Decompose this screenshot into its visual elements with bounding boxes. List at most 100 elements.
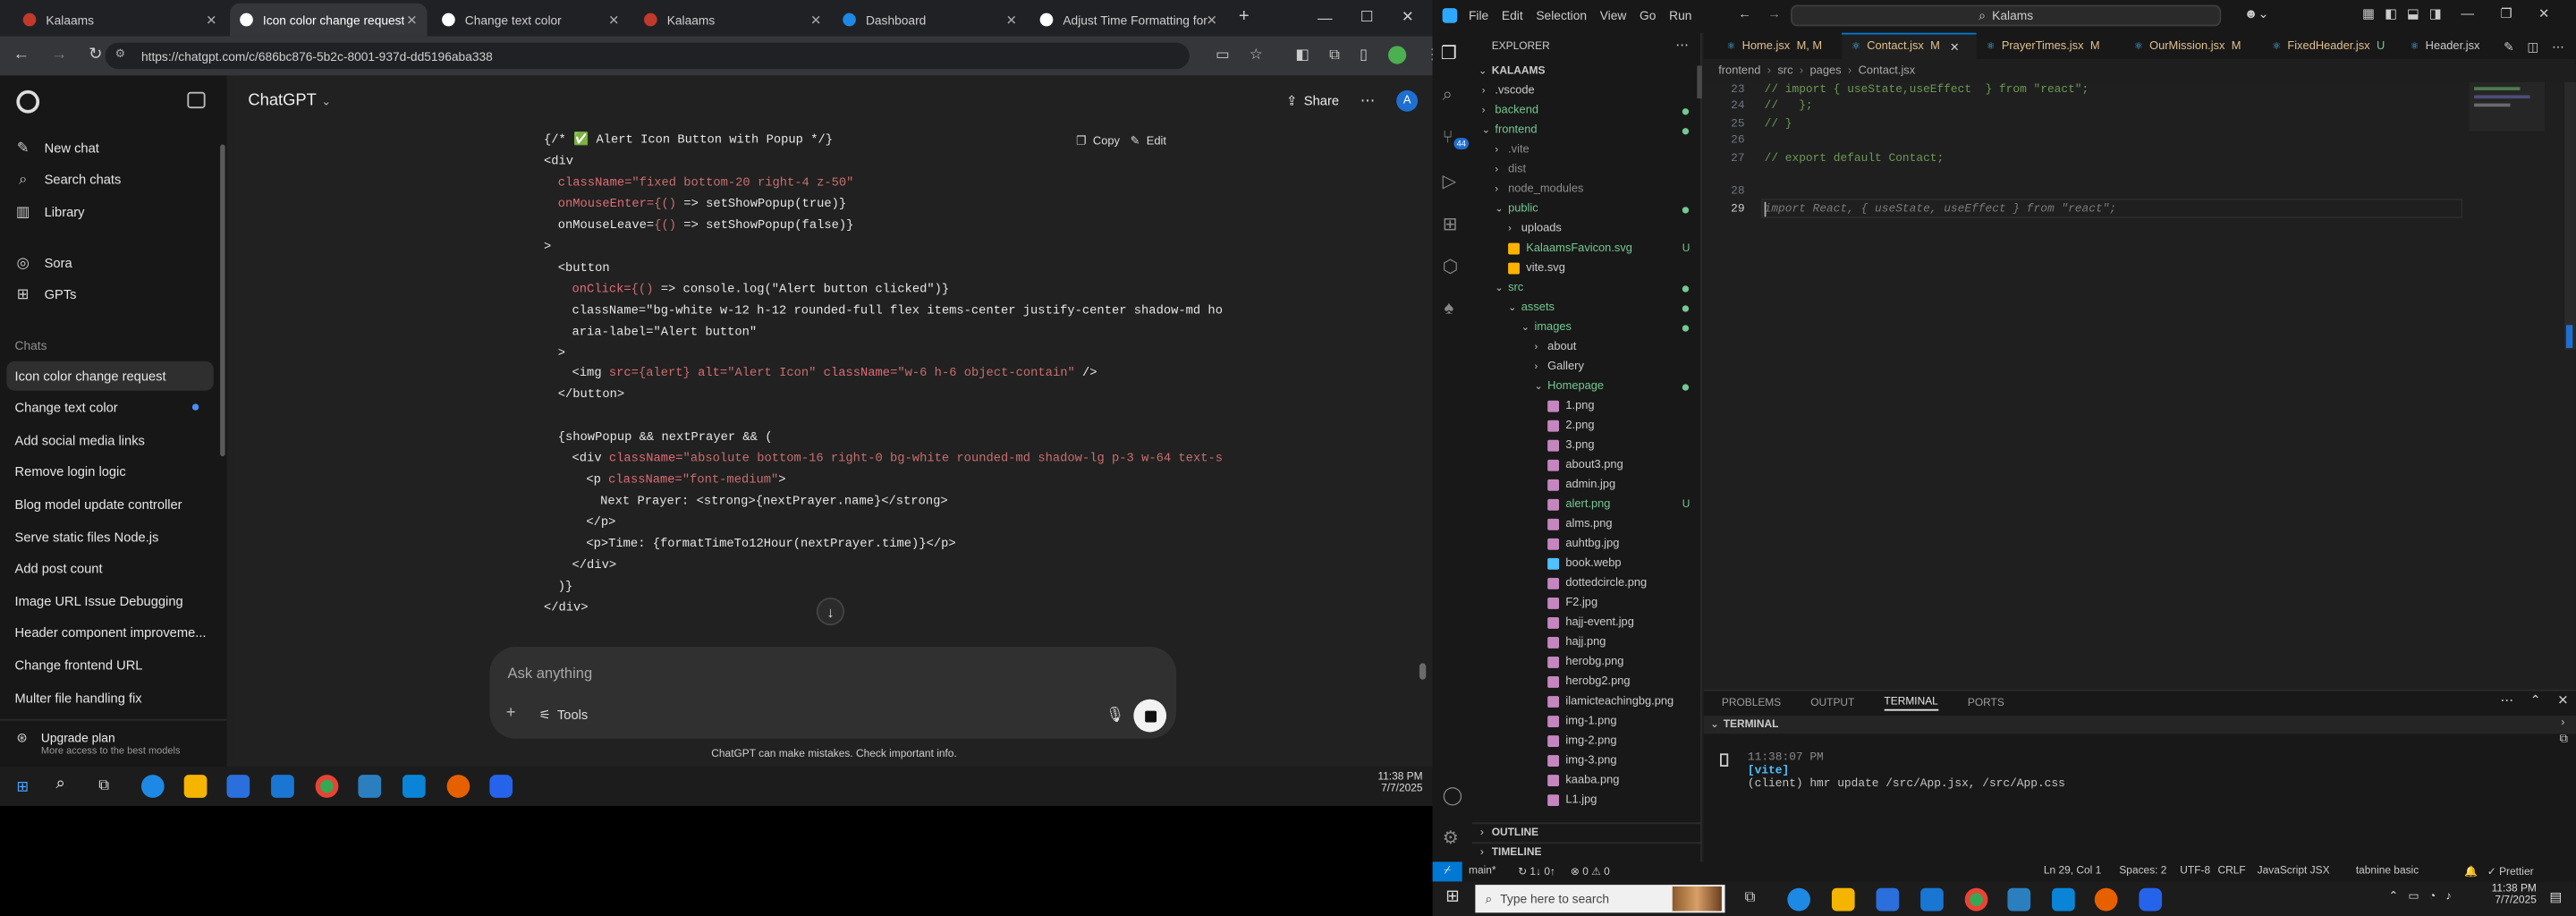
remote-indicator-icon[interactable]: ⌿ bbox=[1432, 861, 1462, 882]
file-tree-item[interactable]: ⌄ Homepage bbox=[1534, 381, 1699, 393]
panel-tab[interactable]: OUTPUT bbox=[1810, 698, 1854, 709]
wifi-icon[interactable]: ◔ bbox=[2429, 891, 2436, 903]
menu-item[interactable]: File bbox=[1469, 8, 1488, 23]
prompt-input[interactable]: Ask anything bbox=[508, 665, 593, 681]
explorer-scrollbar[interactable] bbox=[1697, 65, 1702, 99]
copilot-edit-icon[interactable]: ✎ bbox=[2504, 39, 2514, 55]
problems-count[interactable]: ⊗ 0 ⚠ 0 bbox=[1571, 865, 1610, 878]
source-control-icon[interactable]: ⑂ bbox=[1443, 128, 1453, 148]
file-tree-item[interactable]: 2.png bbox=[1547, 420, 1699, 432]
close-tab-icon[interactable]: ✕ bbox=[1950, 40, 1960, 54]
file-tree-item[interactable]: book.webp bbox=[1547, 557, 1699, 570]
file-tree-item[interactable]: hajj.png bbox=[1547, 637, 1699, 649]
layout-icon[interactable]: ▦ bbox=[2362, 6, 2375, 21]
browser-tab[interactable]: Kalaams ✕ bbox=[13, 4, 227, 37]
microphone-icon[interactable]: 🎙 bbox=[1106, 706, 1124, 724]
file-tree-item[interactable]: alert.png U bbox=[1547, 498, 1699, 511]
user-avatar[interactable]: A bbox=[1396, 89, 1419, 112]
browser-tab[interactable]: Change text color ✕ bbox=[432, 4, 629, 37]
chat-history-item[interactable]: Multer file handling fix bbox=[6, 683, 213, 712]
page-icon[interactable]: ▭ bbox=[1216, 46, 1230, 64]
line-ending[interactable]: CRLF bbox=[2218, 865, 2246, 877]
menu-item[interactable]: Go bbox=[1640, 8, 1656, 23]
menu-item[interactable]: Selection bbox=[1536, 8, 1587, 23]
account-icon[interactable]: ◯ bbox=[1443, 785, 1463, 806]
file-tree-item[interactable]: › node_modules bbox=[1495, 184, 1699, 196]
upgrade-plan-button[interactable]: ⊛ Upgrade plan More access to the best m… bbox=[0, 718, 227, 765]
browser-tab[interactable]: Adjust Time Formatting for ✕ bbox=[1030, 4, 1227, 37]
chat-history-item[interactable]: Add post count bbox=[6, 555, 213, 584]
taskbar-search-box[interactable]: ⌕ Type here to search bbox=[1475, 885, 1725, 913]
run-debug-icon[interactable]: ▷ bbox=[1443, 171, 1457, 192]
panel-tab[interactable]: PORTS bbox=[1968, 698, 2004, 709]
tabnine-status[interactable]: tabnine basic bbox=[2356, 865, 2419, 877]
close-icon[interactable]: ✕ bbox=[1402, 8, 1414, 26]
chevron-down-icon[interactable]: ⌄ bbox=[1479, 65, 1487, 77]
browser-tab[interactable]: Icon color change request ✕ bbox=[230, 3, 428, 37]
extensions-icon[interactable]: ⊞ bbox=[1443, 214, 1458, 234]
chat-history-item[interactable]: Add social media links bbox=[6, 426, 213, 455]
chat-history-item[interactable]: Serve static files Node.js bbox=[6, 522, 213, 552]
edge-icon[interactable] bbox=[140, 775, 165, 798]
scroll-down-icon[interactable]: ↓ bbox=[816, 597, 845, 626]
file-tree-item[interactable]: › uploads bbox=[1508, 224, 1699, 235]
editor-scrollbar[interactable] bbox=[2564, 81, 2576, 350]
file-tree-item[interactable]: › backend bbox=[1482, 105, 1699, 116]
toggle-secondary-icon[interactable]: ◨ bbox=[2429, 6, 2442, 21]
tray-chevron-icon[interactable]: ⌃ bbox=[2389, 890, 2399, 903]
chat-history-item[interactable]: Change text color bbox=[6, 394, 213, 423]
file-tree-item[interactable]: › dist bbox=[1495, 165, 1699, 176]
breadcrumb-item[interactable]: pages bbox=[1810, 65, 1842, 77]
file-tree-item[interactable]: 3.png bbox=[1547, 439, 1699, 452]
tab-close-icon[interactable]: ✕ bbox=[1006, 13, 1017, 28]
toggle-panel-icon[interactable]: ⬓ bbox=[2407, 6, 2419, 21]
chat-history-item[interactable]: Image URL Issue Debugging bbox=[6, 586, 213, 615]
tab-close-icon[interactable]: ✕ bbox=[1207, 13, 1217, 28]
language-mode[interactable]: JavaScript JSX bbox=[2258, 865, 2330, 877]
chat-history-item[interactable]: Blog model update controller bbox=[6, 490, 213, 520]
editor-tab[interactable]: ⚛ PrayerTimes.jsx M bbox=[1977, 33, 2124, 59]
editor-tab[interactable]: ⚛ Contact.jsx M ✕ bbox=[1841, 32, 1977, 60]
command-center[interactable]: ⌕ Kalams bbox=[1791, 4, 2222, 27]
cursor-position[interactable]: Ln 29, Col 1 bbox=[2044, 865, 2101, 877]
panel-tab[interactable]: TERMINAL bbox=[1884, 696, 1938, 711]
file-tree-item[interactable]: kaaba.png bbox=[1547, 775, 1699, 787]
explorer-icon[interactable]: ❐ bbox=[1441, 43, 1457, 64]
editor-tab[interactable]: ⚛ OurMission.jsx M bbox=[2124, 33, 2262, 59]
mail-icon[interactable] bbox=[271, 775, 294, 798]
chrome-icon[interactable] bbox=[315, 775, 339, 798]
forward-arrow-icon[interactable]: → bbox=[1767, 6, 1781, 21]
panel-tab[interactable]: PROBLEMS bbox=[1722, 698, 1781, 709]
minimap[interactable] bbox=[2469, 81, 2546, 131]
browser-tab[interactable]: Kalaams ✕ bbox=[634, 4, 831, 37]
outline-section[interactable]: › OUTLINE bbox=[1471, 822, 1702, 842]
bookmark-star-icon[interactable]: ☆ bbox=[1250, 46, 1263, 64]
sidebar-nav-item[interactable]: ⊞ GPTs bbox=[6, 279, 213, 309]
file-tree-item[interactable]: about3.png bbox=[1547, 459, 1699, 471]
volume-icon[interactable]: ♪ bbox=[2445, 891, 2451, 903]
explorer-more-icon[interactable]: ⋯ bbox=[1675, 38, 1689, 53]
close-panel-icon[interactable]: ✕ bbox=[2557, 692, 2568, 708]
file-tree-item[interactable]: img-3.png bbox=[1547, 755, 1699, 767]
menu-item[interactable]: View bbox=[1600, 8, 1627, 23]
puzzle-icon[interactable]: ⧉ bbox=[1329, 46, 1340, 64]
git-sync[interactable]: ↻ 1↓ 0↑ bbox=[1518, 865, 1555, 878]
timeline-section[interactable]: › TIMELINE bbox=[1471, 842, 1702, 861]
editor-tab[interactable]: ⚛ FixedHeader.jsx U bbox=[2262, 33, 2400, 59]
terminal-side-icon[interactable]: ⧉ bbox=[2560, 734, 2568, 747]
back-icon[interactable]: ← bbox=[13, 46, 30, 64]
taskbar-search-icon[interactable]: ⌕ bbox=[55, 775, 64, 793]
bell-icon[interactable]: 🔔 bbox=[2464, 865, 2478, 878]
maximize-icon[interactable]: ☐ bbox=[1360, 8, 1374, 26]
terminal-expand-icon[interactable]: › bbox=[2561, 717, 2564, 729]
vscode-icon[interactable] bbox=[402, 775, 426, 798]
search-view-icon[interactable]: ⌕ bbox=[1443, 85, 1453, 106]
mail-icon[interactable] bbox=[1920, 887, 1944, 912]
file-tree-item[interactable]: ⌄ assets bbox=[1508, 302, 1699, 314]
store-icon[interactable] bbox=[1876, 887, 1900, 912]
tab-close-icon[interactable]: ✕ bbox=[406, 13, 417, 28]
file-tree-item[interactable]: img-1.png bbox=[1547, 716, 1699, 727]
encoding[interactable]: UTF-8 bbox=[2180, 865, 2210, 877]
file-tree-item[interactable]: hajj-event.jpg bbox=[1547, 616, 1699, 629]
share-button[interactable]: ⇪ Share bbox=[1286, 94, 1339, 109]
